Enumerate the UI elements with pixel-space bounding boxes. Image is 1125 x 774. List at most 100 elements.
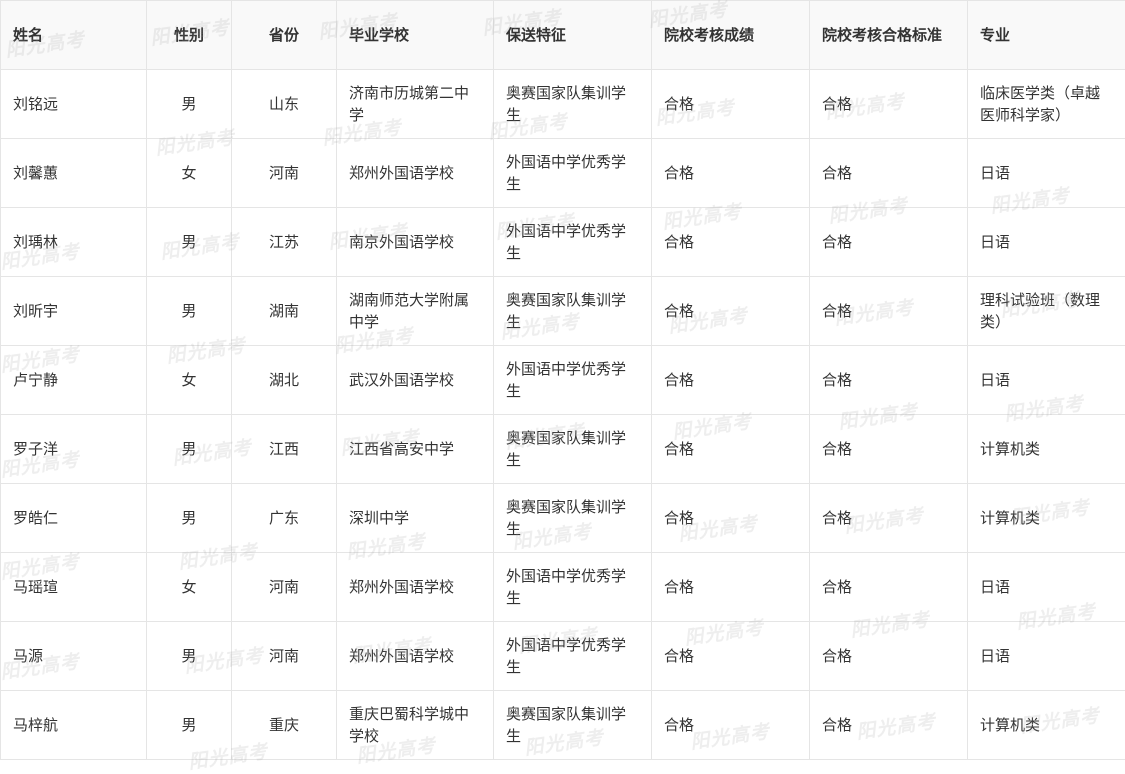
cell-school: 郑州外国语学校 [337,139,494,208]
cell-major: 日语 [968,139,1125,208]
table-row: 马瑶瑄女河南郑州外国语学校外国语中学优秀学生合格合格日语 [1,553,1125,622]
cell-province: 江西 [232,415,337,484]
cell-province: 湖南 [232,277,337,346]
cell-province: 广东 [232,484,337,553]
cell-major: 理科试验班（数理类） [968,277,1125,346]
cell-school: 南京外国语学校 [337,208,494,277]
cell-score: 合格 [652,139,810,208]
col-header-feature: 保送特征 [494,1,652,70]
cell-major: 日语 [968,208,1125,277]
cell-feature: 外国语中学优秀学生 [494,553,652,622]
cell-name: 马源 [1,622,147,691]
cell-score: 合格 [652,622,810,691]
cell-major: 日语 [968,553,1125,622]
cell-major: 计算机类 [968,691,1125,760]
col-header-school: 毕业学校 [337,1,494,70]
cell-score: 合格 [652,346,810,415]
cell-name: 罗皓仁 [1,484,147,553]
table-row: 罗子洋男江西江西省高安中学奥赛国家队集训学生合格合格计算机类 [1,415,1125,484]
cell-score: 合格 [652,70,810,139]
cell-gender: 男 [147,484,232,553]
cell-name: 刘铭远 [1,70,147,139]
cell-school: 重庆巴蜀科学城中学校 [337,691,494,760]
table-row: 卢宁静女湖北武汉外国语学校外国语中学优秀学生合格合格日语 [1,346,1125,415]
table-row: 马梓航男重庆重庆巴蜀科学城中学校奥赛国家队集训学生合格合格计算机类 [1,691,1125,760]
table-row: 刘瑀林男江苏南京外国语学校外国语中学优秀学生合格合格日语 [1,208,1125,277]
cell-name: 卢宁静 [1,346,147,415]
cell-score: 合格 [652,691,810,760]
col-header-major: 专业 [968,1,1125,70]
cell-major: 日语 [968,622,1125,691]
cell-major: 临床医学类（卓越医师科学家） [968,70,1125,139]
cell-score: 合格 [652,553,810,622]
cell-feature: 外国语中学优秀学生 [494,208,652,277]
table-row: 刘馨蕙女河南郑州外国语学校外国语中学优秀学生合格合格日语 [1,139,1125,208]
col-header-gender: 性别 [147,1,232,70]
cell-name: 罗子洋 [1,415,147,484]
table-header-row: 姓名 性别 省份 毕业学校 保送特征 院校考核成绩 院校考核合格标准 专业 [1,1,1125,70]
cell-score: 合格 [652,484,810,553]
cell-feature: 奥赛国家队集训学生 [494,277,652,346]
cell-school: 湖南师范大学附属中学 [337,277,494,346]
cell-province: 河南 [232,553,337,622]
cell-major: 计算机类 [968,484,1125,553]
cell-province: 河南 [232,622,337,691]
cell-feature: 外国语中学优秀学生 [494,622,652,691]
cell-major: 日语 [968,346,1125,415]
cell-standard: 合格 [810,346,968,415]
cell-standard: 合格 [810,622,968,691]
table-row: 刘昕宇男湖南湖南师范大学附属中学奥赛国家队集训学生合格合格理科试验班（数理类） [1,277,1125,346]
table-row: 刘铭远男山东济南市历城第二中学奥赛国家队集训学生合格合格临床医学类（卓越医师科学… [1,70,1125,139]
cell-name: 刘昕宇 [1,277,147,346]
cell-major: 计算机类 [968,415,1125,484]
col-header-name: 姓名 [1,1,147,70]
cell-province: 重庆 [232,691,337,760]
col-header-standard: 院校考核合格标准 [810,1,968,70]
cell-score: 合格 [652,208,810,277]
cell-feature: 奥赛国家队集训学生 [494,70,652,139]
cell-school: 深圳中学 [337,484,494,553]
cell-standard: 合格 [810,277,968,346]
cell-gender: 女 [147,553,232,622]
cell-school: 济南市历城第二中学 [337,70,494,139]
admission-table: 姓名 性别 省份 毕业学校 保送特征 院校考核成绩 院校考核合格标准 专业 刘铭… [0,0,1125,760]
cell-gender: 男 [147,622,232,691]
cell-gender: 男 [147,208,232,277]
cell-gender: 男 [147,70,232,139]
table-row: 马源男河南郑州外国语学校外国语中学优秀学生合格合格日语 [1,622,1125,691]
cell-province: 山东 [232,70,337,139]
cell-province: 河南 [232,139,337,208]
cell-school: 郑州外国语学校 [337,622,494,691]
cell-province: 湖北 [232,346,337,415]
cell-standard: 合格 [810,70,968,139]
cell-feature: 外国语中学优秀学生 [494,139,652,208]
cell-feature: 外国语中学优秀学生 [494,346,652,415]
cell-feature: 奥赛国家队集训学生 [494,691,652,760]
cell-standard: 合格 [810,691,968,760]
cell-standard: 合格 [810,415,968,484]
cell-name: 马瑶瑄 [1,553,147,622]
col-header-province: 省份 [232,1,337,70]
cell-standard: 合格 [810,553,968,622]
cell-gender: 男 [147,415,232,484]
cell-name: 刘瑀林 [1,208,147,277]
cell-school: 江西省高安中学 [337,415,494,484]
table-row: 罗皓仁男广东深圳中学奥赛国家队集训学生合格合格计算机类 [1,484,1125,553]
cell-standard: 合格 [810,208,968,277]
cell-name: 马梓航 [1,691,147,760]
cell-gender: 男 [147,277,232,346]
cell-standard: 合格 [810,139,968,208]
cell-name: 刘馨蕙 [1,139,147,208]
cell-school: 郑州外国语学校 [337,553,494,622]
cell-score: 合格 [652,277,810,346]
cell-gender: 男 [147,691,232,760]
cell-feature: 奥赛国家队集训学生 [494,484,652,553]
cell-score: 合格 [652,415,810,484]
col-header-score: 院校考核成绩 [652,1,810,70]
cell-school: 武汉外国语学校 [337,346,494,415]
cell-feature: 奥赛国家队集训学生 [494,415,652,484]
cell-gender: 女 [147,139,232,208]
table-body: 刘铭远男山东济南市历城第二中学奥赛国家队集训学生合格合格临床医学类（卓越医师科学… [1,70,1125,760]
cell-standard: 合格 [810,484,968,553]
cell-gender: 女 [147,346,232,415]
